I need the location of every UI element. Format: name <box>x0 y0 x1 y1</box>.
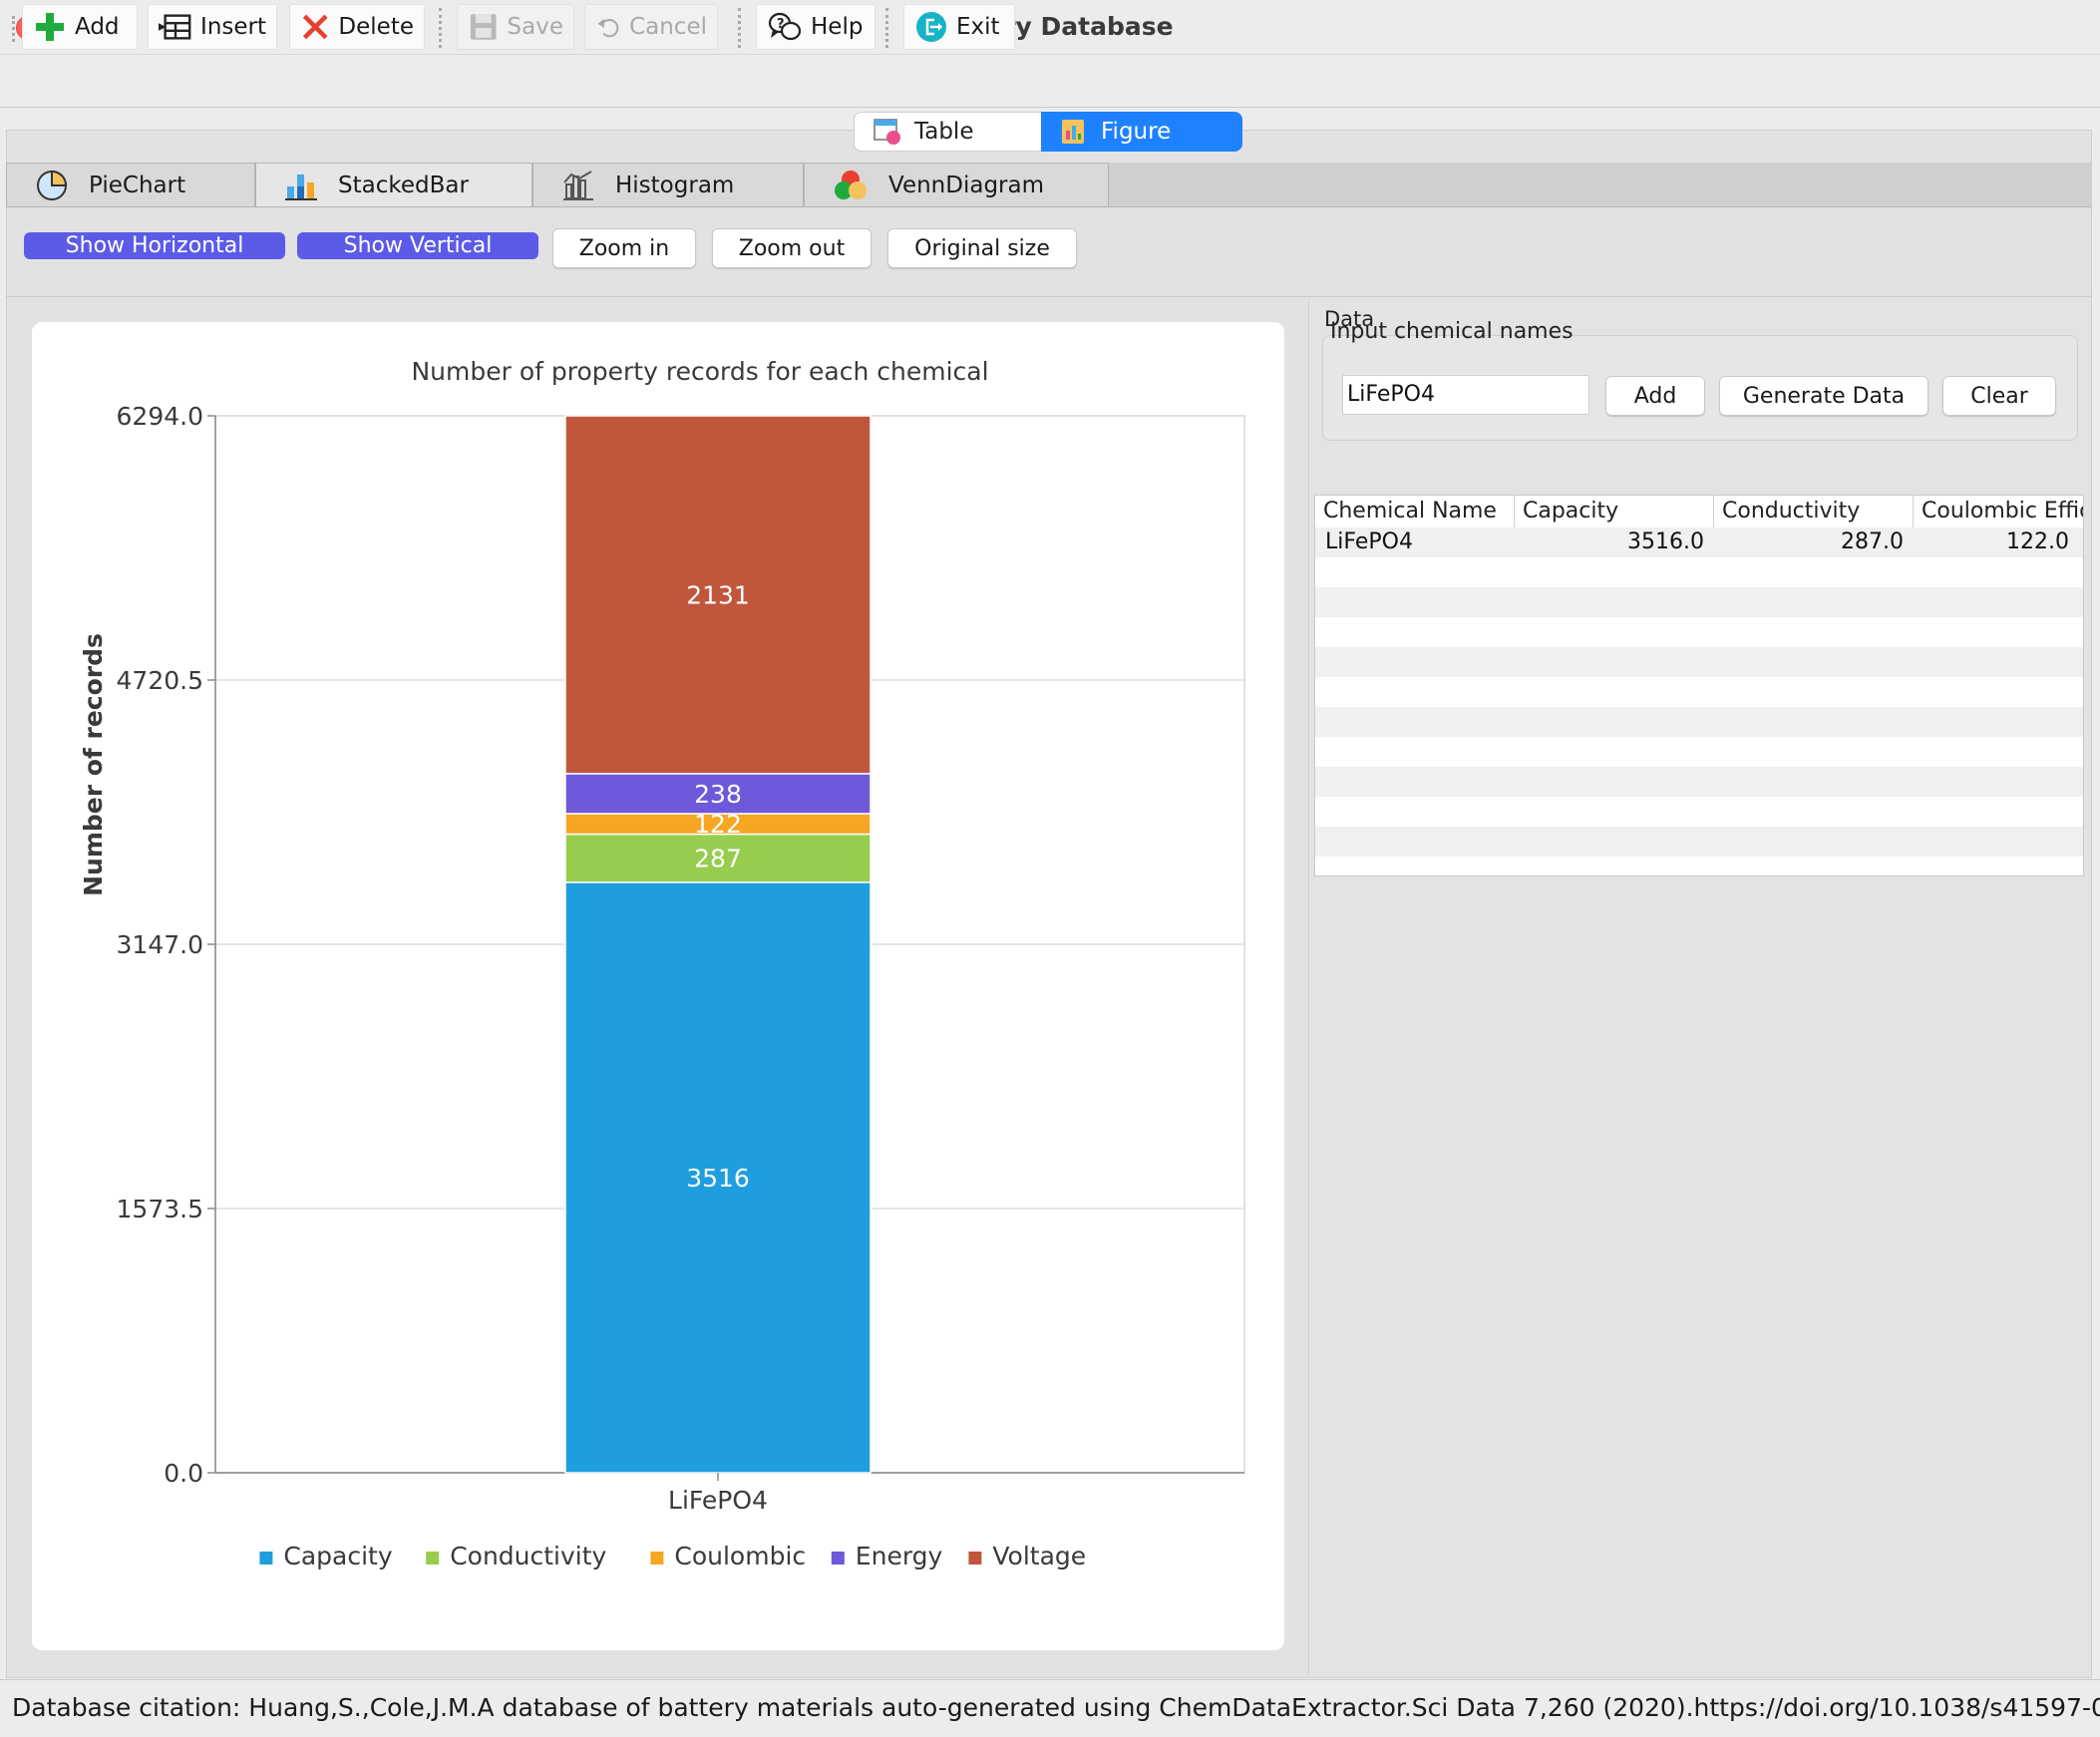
table-row-stripe <box>1315 827 2083 857</box>
toolbar-grip[interactable] <box>12 16 15 42</box>
show-horizontal-button[interactable]: Show Horizontal <box>24 232 285 259</box>
table-cell-conductivity[interactable]: 287.0 <box>1714 527 1904 557</box>
legend-label-energy: Energy <box>856 1542 943 1570</box>
data-label-voltage: 2131 <box>686 580 750 609</box>
input-group-title: Input chemical names <box>1330 319 1574 344</box>
cancel-button-label: Cancel <box>629 14 707 40</box>
data-table: Chemical Name Capacity Conductivity Coul… <box>1314 495 2084 876</box>
clear-button[interactable]: Clear <box>1942 376 2056 416</box>
column-header-coulombic-efficiency[interactable]: Coulombic Effic <box>1914 496 2083 527</box>
table-view-icon <box>874 119 900 145</box>
help-button-label: Help <box>811 14 864 40</box>
tab-stackedbar-label: StackedBar <box>338 172 469 198</box>
y-tick-label: 0.0 <box>164 1459 203 1488</box>
legend-label-conductivity: Conductivity <box>450 1542 606 1570</box>
zoom-in-button[interactable]: Zoom in <box>552 228 696 268</box>
zoom-out-button[interactable]: Zoom out <box>712 228 872 268</box>
pie-chart-icon <box>37 170 68 200</box>
column-header-conductivity[interactable]: Conductivity <box>1714 496 1914 527</box>
column-header-capacity[interactable]: Capacity <box>1515 496 1714 527</box>
y-tick-label: 1573.5 <box>117 1195 203 1223</box>
tab-histogram-label: Histogram <box>615 172 735 198</box>
y-tick-label: 4720.5 <box>117 666 203 695</box>
save-button-label: Save <box>507 14 563 40</box>
exit-button-label: Exit <box>956 14 1000 40</box>
add-button-label: Add <box>75 14 120 40</box>
legend-swatch-energy <box>831 1552 845 1564</box>
database-citation: Database citation: Huang,S.,Cole,J.M.A d… <box>12 1693 2100 1722</box>
cancel-button[interactable]: Cancel <box>584 4 718 50</box>
toolbar-divider <box>6 296 2092 297</box>
add-chemical-button[interactable]: Add <box>1605 376 1705 416</box>
tab-venndiagram-label: VennDiagram <box>888 172 1045 198</box>
svg-text:?: ? <box>777 17 785 32</box>
x-tick-label: LiFePO4 <box>668 1486 768 1515</box>
venn-diagram-icon <box>835 170 867 199</box>
toolbar <box>0 56 2100 108</box>
delete-button[interactable]: Delete <box>289 4 425 50</box>
show-vertical-button[interactable]: Show Vertical <box>297 232 538 259</box>
legend-swatch-coulombic <box>650 1552 664 1564</box>
tab-stackedbar[interactable]: StackedBar <box>255 163 532 207</box>
chart-title: Number of property records for each chem… <box>411 357 988 386</box>
insert-button[interactable]: Insert <box>148 4 277 50</box>
view-tab-figure[interactable]: Figure <box>1041 112 1242 152</box>
toolbar-separator <box>439 8 443 48</box>
insert-button-label: Insert <box>200 14 266 40</box>
table-cell-chemical-name[interactable]: LiFePO4 <box>1325 527 1515 557</box>
table-row-stripe <box>1315 707 2083 737</box>
data-label-energy: 238 <box>694 780 742 809</box>
original-size-button[interactable]: Original size <box>887 228 1077 268</box>
data-label-capacity: 3516 <box>686 1164 750 1193</box>
tab-venndiagram[interactable]: VennDiagram <box>804 163 1109 207</box>
undo-icon <box>597 18 619 38</box>
help-chat-icon: ? <box>768 12 802 41</box>
y-tick-label: 6294.0 <box>117 402 203 431</box>
insert-table-icon <box>159 14 191 40</box>
column-header-chemical-name[interactable]: Chemical Name <box>1315 496 1515 527</box>
y-axis-label: Number of records <box>79 633 108 896</box>
add-button[interactable]: Add <box>22 4 138 50</box>
histogram-icon <box>563 170 593 200</box>
legend-label-voltage: Voltage <box>992 1542 1086 1570</box>
view-tab-figure-label: Figure <box>1101 119 1172 145</box>
help-button[interactable]: ? Help <box>756 4 875 50</box>
save-button[interactable]: Save <box>457 4 574 50</box>
chemical-name-input[interactable]: LiFePO4 <box>1342 375 1589 415</box>
legend-label-capacity: Capacity <box>283 1542 392 1570</box>
y-tick-label: 3147.0 <box>117 930 203 959</box>
table-row-stripe <box>1315 587 2083 617</box>
table-row-stripe <box>1315 767 2083 797</box>
table-cell-coulombic[interactable]: 122.0 <box>1914 527 2069 557</box>
exit-button[interactable]: Exit <box>903 4 1015 50</box>
legend-swatch-voltage <box>968 1552 982 1564</box>
legend-swatch-capacity <box>259 1552 273 1564</box>
save-disk-icon <box>470 14 497 40</box>
legend-label-coulombic: Coulombic <box>674 1542 806 1570</box>
generate-data-button[interactable]: Generate Data <box>1719 376 1928 416</box>
delete-x-icon <box>302 14 328 40</box>
table-cell-capacity[interactable]: 3516.0 <box>1515 527 1704 557</box>
data-label-conductivity: 287 <box>694 845 742 873</box>
stacked-bar-chart: Number of property records for each chem… <box>79 357 1245 1570</box>
toolbar-separator <box>738 8 742 48</box>
tab-histogram[interactable]: Histogram <box>532 163 804 207</box>
plus-icon <box>36 13 64 41</box>
exit-icon <box>916 12 946 42</box>
legend-swatch-conductivity <box>426 1552 440 1564</box>
delete-button-label: Delete <box>338 14 414 40</box>
toolbar-separator <box>885 8 889 48</box>
stacked-bar-icon <box>285 174 317 200</box>
view-tab-table[interactable]: Table <box>854 112 1043 152</box>
view-tab-table-label: Table <box>914 119 974 145</box>
tab-piechart[interactable]: PieChart <box>6 163 255 207</box>
figure-view-icon <box>1062 120 1084 144</box>
table-row-stripe <box>1315 647 2083 677</box>
tab-piechart-label: PieChart <box>89 172 186 198</box>
